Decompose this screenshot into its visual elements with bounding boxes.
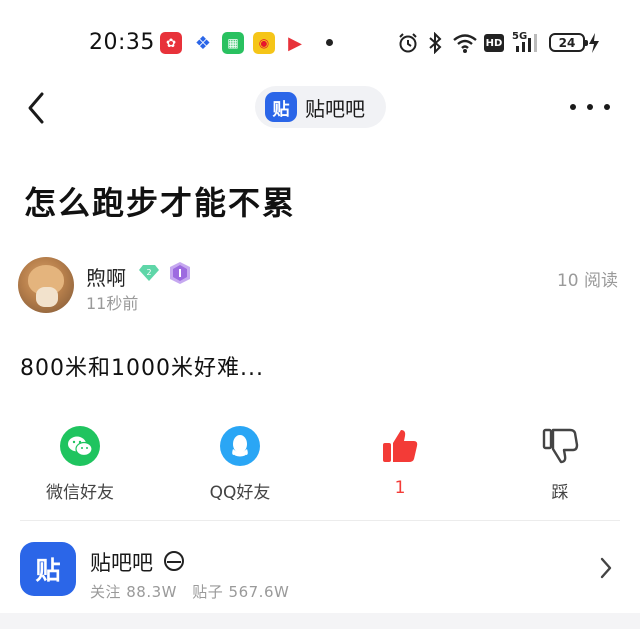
thumbs-up-icon [383, 430, 418, 462]
green-app-icon: ▦ [222, 32, 244, 54]
read-count: 10 阅读 [556, 271, 618, 291]
svg-text:2: 2 [146, 268, 151, 277]
level-badge-icon [170, 262, 190, 284]
video-app-icon: ▶ [284, 32, 306, 54]
back-arrow-icon[interactable] [24, 90, 56, 126]
forum-card-stats: 关注 88.3W 贴子 567.6W [90, 581, 289, 602]
alarm-icon [399, 33, 417, 53]
post-time: 11秒前 [86, 294, 139, 313]
charging-bolt-icon [589, 33, 599, 53]
forum-badge-icon [164, 551, 184, 571]
bluetooth-icon [429, 32, 442, 54]
post-title: 怎么跑步才能不累 [24, 184, 297, 222]
forum-pill-button[interactable]: 贴 贴吧吧 [255, 86, 386, 128]
signal-icon [516, 34, 537, 52]
gem-badge-icon: 2 [139, 265, 159, 281]
forum-card-name: 贴吧吧 [90, 551, 153, 575]
share-qq-label: QQ好友 [209, 483, 271, 503]
bottom-bar [0, 613, 640, 629]
wifi-icon [453, 34, 477, 53]
author-name[interactable]: 煦啊 [86, 262, 126, 291]
status-bar: 20:35 ✿ ❖ ▦ ◉ ▶ HD 5G 24 [0, 0, 640, 86]
wechat-icon [60, 426, 100, 466]
baidu-paw-icon: ❖ [192, 32, 214, 54]
share-qq-button[interactable]: QQ好友 [180, 426, 300, 503]
battery-indicator: 24 [549, 33, 588, 52]
share-wechat-label: 微信好友 [46, 483, 114, 503]
more-dot-icon [587, 104, 593, 110]
author-avatar[interactable] [18, 257, 74, 313]
forum-followers: 关注 88.3W [90, 583, 177, 601]
qq-icon [220, 426, 260, 466]
more-dot-icon [570, 104, 576, 110]
more-options-button[interactable] [570, 96, 610, 118]
more-dot-icon [604, 104, 610, 110]
dislike-label: 踩 [551, 483, 569, 503]
chevron-right-icon [600, 557, 612, 579]
forum-posts: 贴子 567.6W [192, 583, 290, 601]
post-body: 800米和1000米好难... [20, 356, 264, 381]
like-button[interactable]: 1 [340, 426, 460, 498]
like-count: 1 [394, 478, 406, 498]
forum-card-logo-icon: 贴 [20, 542, 76, 596]
status-time: 20:35 [89, 30, 155, 55]
thumbs-down-icon [542, 428, 579, 464]
forum-logo-icon: 贴 [265, 92, 297, 122]
hd-icon: HD [484, 34, 504, 52]
notification-dot [326, 39, 333, 46]
share-wechat-button[interactable]: 微信好友 [20, 426, 140, 503]
dislike-button[interactable]: 踩 [500, 426, 620, 503]
weibo-icon: ◉ [253, 32, 275, 54]
forum-card[interactable]: 贴 贴吧吧 关注 88.3W 贴子 567.6W [0, 521, 640, 613]
gift-app-icon: ✿ [160, 32, 182, 54]
forum-pill-name: 贴吧吧 [305, 96, 365, 121]
